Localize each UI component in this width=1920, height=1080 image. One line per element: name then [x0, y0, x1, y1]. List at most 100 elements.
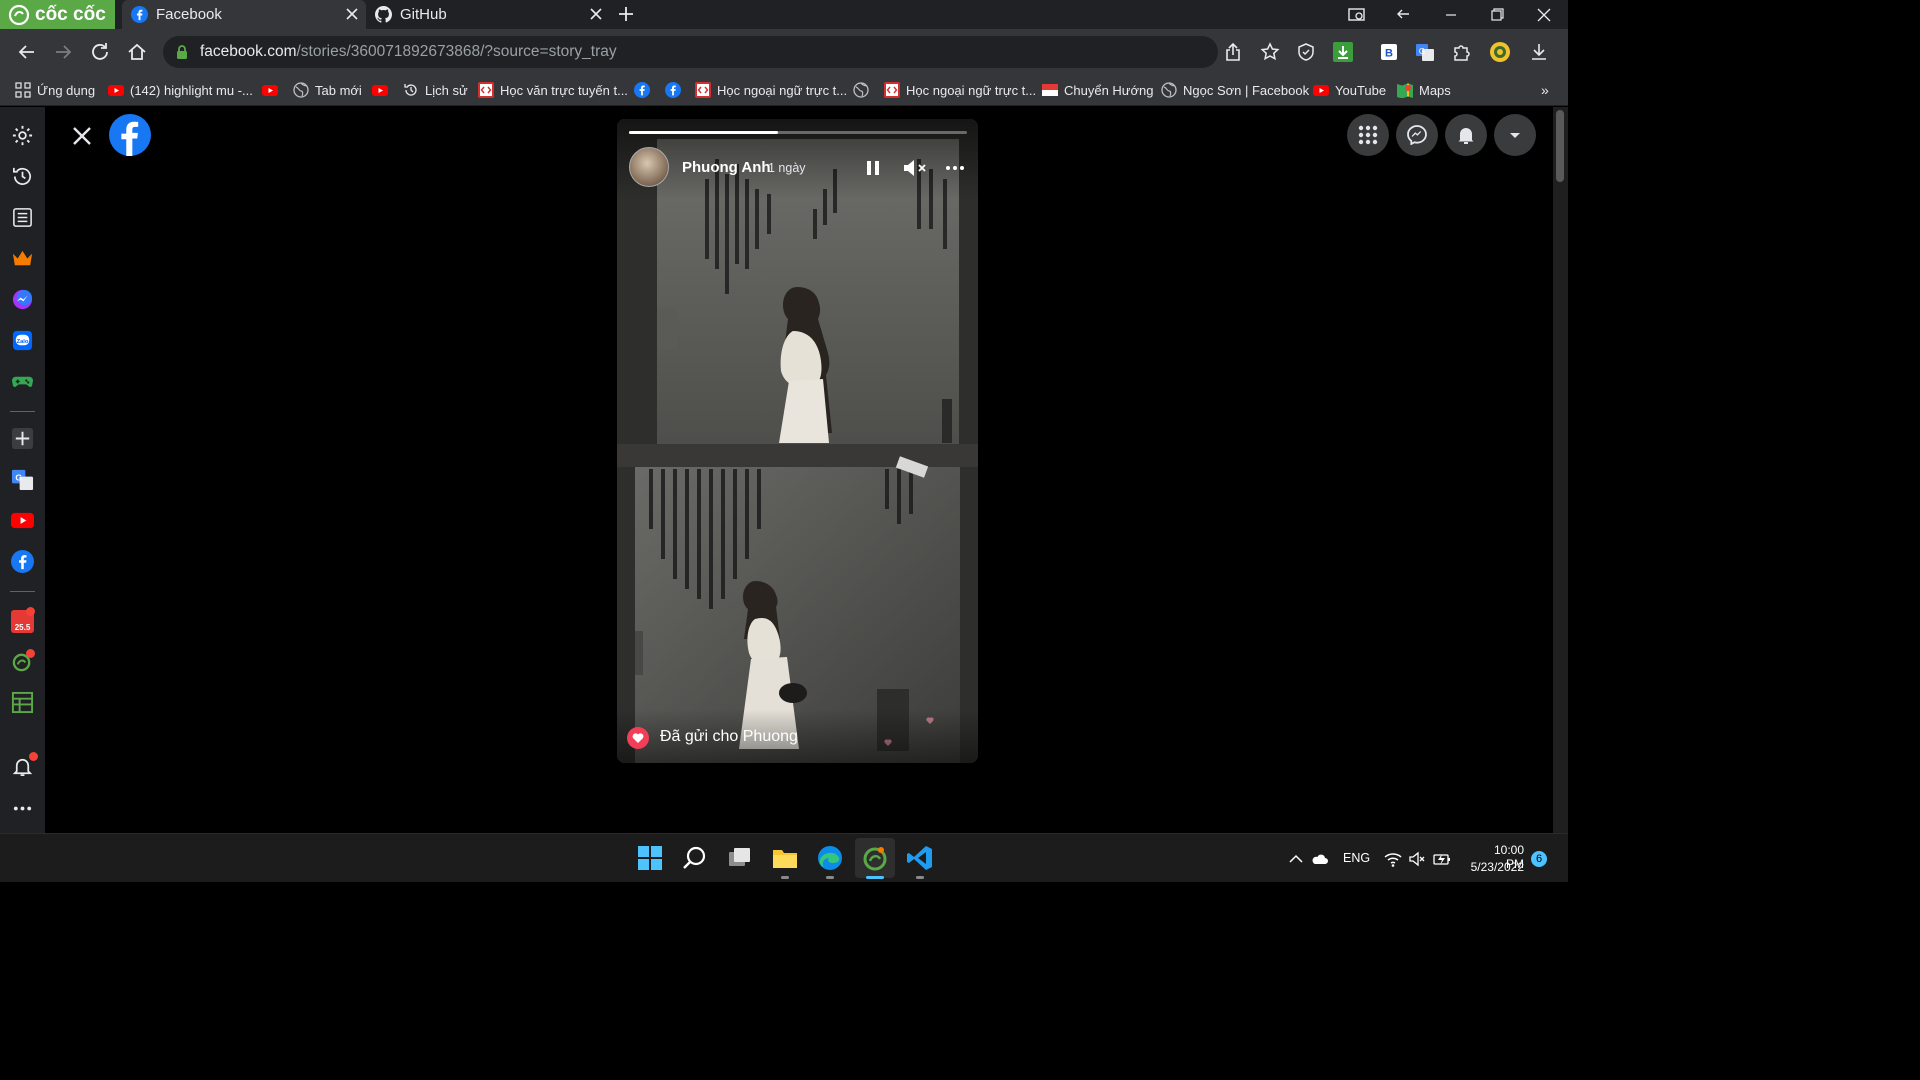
new-tab-button[interactable] [617, 5, 635, 23]
bookmark-youtube-home[interactable]: YouTube [1313, 81, 1386, 99]
bookmark-facebook-1[interactable] [634, 81, 656, 99]
zalo-icon[interactable]: Zalo [11, 329, 34, 352]
edge-running-indicator [826, 876, 834, 879]
messenger-button[interactable] [1396, 114, 1438, 156]
clock-date[interactable]: 5/23/2022 [1462, 860, 1524, 874]
globe-icon [1161, 82, 1177, 98]
bookmark-globe[interactable] [853, 81, 875, 99]
bookmark-hoc-van[interactable]: Học văn trực tuyến t... [478, 81, 628, 99]
bookmark-youtube-highlight[interactable]: (142) highlight mu -... [108, 81, 253, 99]
restore-icon[interactable] [1487, 5, 1507, 25]
pause-icon[interactable] [864, 159, 882, 177]
battery-charging-icon[interactable] [1433, 850, 1451, 868]
vscode-icon[interactable] [906, 844, 934, 872]
menu-grid-button[interactable] [1347, 114, 1389, 156]
download-icon[interactable] [1528, 41, 1550, 63]
notifications-button[interactable] [1445, 114, 1487, 156]
wifi-icon[interactable] [1384, 850, 1402, 868]
svg-text:G: G [1419, 47, 1425, 56]
star-icon[interactable] [1259, 41, 1281, 63]
code-icon [695, 82, 711, 98]
file-explorer-icon[interactable] [771, 844, 799, 872]
coccoc-icon[interactable] [861, 844, 889, 872]
bookmark-youtube[interactable] [262, 81, 284, 99]
back-forward-icon[interactable] [1394, 5, 1414, 25]
author-avatar[interactable] [629, 147, 669, 187]
bookmark-maps[interactable]: Maps [1397, 81, 1451, 99]
youtube-icon [262, 85, 278, 96]
tab-github[interactable]: GitHub [366, 0, 610, 29]
story-card[interactable]: Phuong Anh 1 ngày Đã gửi cho Phuong [617, 119, 978, 763]
url-host: facebook.com [200, 43, 297, 60]
onedrive-cloud-icon[interactable] [1311, 850, 1329, 868]
notification-count-badge[interactable]: 6 [1531, 851, 1547, 867]
bookmark-youtube-2[interactable] [372, 81, 394, 99]
translate-icon[interactable]: G [1414, 41, 1436, 63]
close-story-icon[interactable] [71, 125, 93, 147]
search-tabs-icon[interactable] [1347, 5, 1367, 25]
facebook-icon[interactable] [11, 550, 34, 573]
bookmark-label: Maps [1419, 82, 1451, 98]
bookmark-label: Ứng dụng [37, 82, 96, 98]
translate-icon[interactable]: G [11, 468, 34, 491]
input-language[interactable]: ENG [1343, 851, 1370, 865]
bookmark-label: Ngọc Sơn | Facebook [1183, 82, 1310, 98]
close-window-icon[interactable] [1534, 5, 1554, 25]
bookmark-new-tab[interactable]: Tab mới [293, 81, 362, 99]
forward-icon[interactable] [52, 41, 74, 63]
svg-text:Zalo: Zalo [17, 339, 29, 345]
edge-icon[interactable] [816, 844, 844, 872]
tab-facebook[interactable]: Facebook [122, 0, 366, 29]
youtube-icon[interactable] [11, 509, 34, 532]
svg-text:B: B [1385, 48, 1393, 60]
account-dropdown-button[interactable] [1494, 114, 1536, 156]
download-green-icon[interactable] [1332, 41, 1354, 63]
scrollbar[interactable] [1553, 107, 1568, 833]
gamepad-icon[interactable] [11, 370, 34, 393]
bookmark-chuyen-huong[interactable]: Chuyển Hướng [1042, 81, 1154, 99]
minimize-icon[interactable] [1441, 5, 1461, 25]
reading-list-icon[interactable] [11, 206, 34, 229]
heart-icon [632, 732, 644, 743]
bookmark-facebook-2[interactable] [665, 81, 687, 99]
share-icon[interactable] [1222, 41, 1244, 63]
b-extension-icon[interactable]: B [1378, 41, 1400, 63]
more-options-icon[interactable] [945, 159, 965, 177]
windows-start-icon[interactable] [636, 844, 664, 872]
messenger-icon[interactable] [11, 288, 34, 311]
scrollbar-thumb[interactable] [1556, 110, 1564, 182]
shield-icon[interactable] [1295, 41, 1317, 63]
bookmark-history[interactable]: Lịch sử [403, 81, 468, 99]
coin-icon[interactable] [1489, 41, 1511, 63]
volume-muted-icon[interactable] [1408, 850, 1426, 868]
bookmark-apps[interactable]: Ứng dụng [15, 81, 95, 99]
bookmark-ngoc-son[interactable]: Ngọc Sơn | Facebook [1161, 81, 1309, 99]
reload-icon[interactable] [89, 41, 111, 63]
add-icon[interactable] [11, 427, 34, 450]
task-view-icon[interactable] [726, 844, 754, 872]
coccoc-logo[interactable]: cốc cốc [0, 0, 115, 29]
close-tab-icon[interactable] [344, 6, 360, 22]
home-icon[interactable] [126, 41, 148, 63]
bookmark-hoc-ngoai-ngu-1[interactable]: Học ngoại ngữ trực t... [695, 81, 847, 99]
address-bar[interactable]: facebook.com/stories/360071892673868/?so… [163, 36, 1218, 68]
back-icon[interactable] [16, 41, 38, 63]
search-icon[interactable] [681, 844, 709, 872]
spreadsheet-icon[interactable] [11, 691, 34, 714]
bookmark-hoc-ngoai-ngu-2[interactable]: Học ngoại ngữ trực t... [884, 81, 1036, 99]
facebook-logo-icon[interactable] [109, 114, 151, 156]
settings-icon[interactable] [11, 124, 34, 147]
story-author-name[interactable]: Phuong Anh [682, 159, 771, 176]
more-icon[interactable] [11, 797, 34, 820]
story-progress-fill [629, 131, 778, 134]
bookmarks-overflow[interactable]: » [1541, 81, 1549, 99]
mute-icon[interactable] [902, 158, 928, 178]
secure-lock-icon[interactable] [174, 44, 190, 60]
chevron-up-icon[interactable] [1287, 850, 1305, 868]
puzzle-icon[interactable] [1451, 41, 1473, 63]
github-icon [375, 6, 392, 23]
close-tab-icon[interactable] [588, 6, 604, 22]
history-icon[interactable] [11, 165, 34, 188]
crown-icon[interactable] [11, 247, 34, 270]
code-icon [884, 82, 900, 98]
